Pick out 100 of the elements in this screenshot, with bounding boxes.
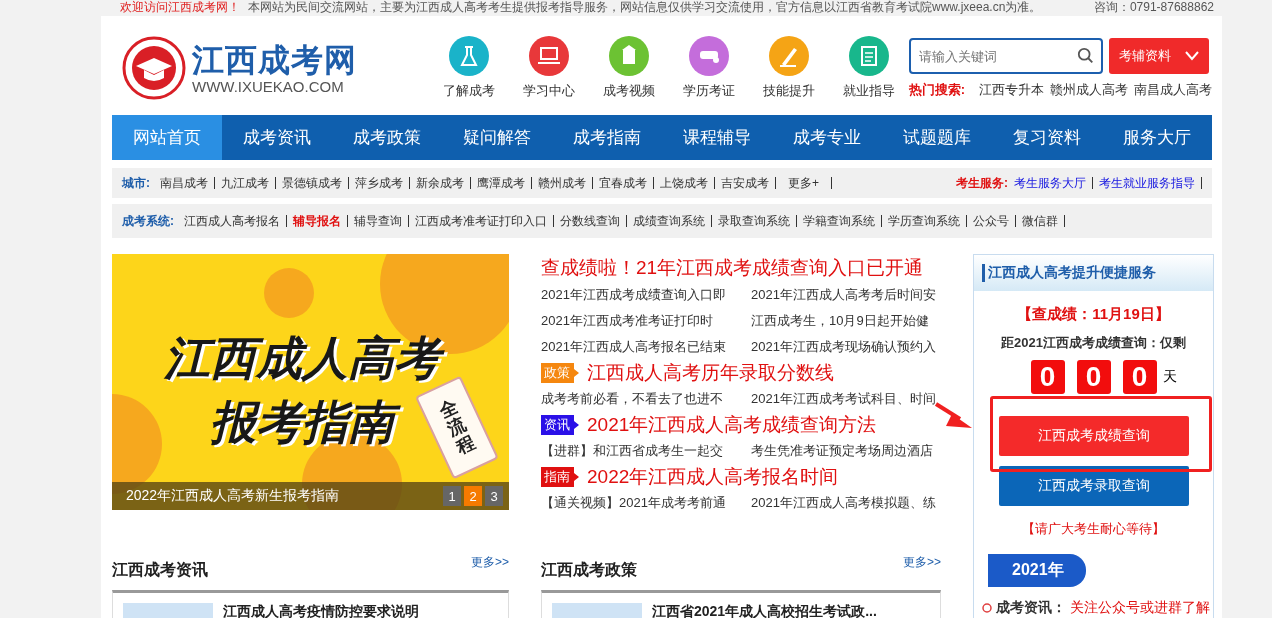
city-link[interactable]: 新余成考 [410, 177, 471, 189]
service-label: 考生服务: [956, 174, 1008, 192]
contact-phone: 咨询：0791-87688862 [1093, 0, 1214, 14]
system-link[interactable]: 成绩查询系统 [627, 215, 712, 227]
nav-tab[interactable]: 服务大厅 [1102, 115, 1212, 160]
nav-tab[interactable]: 成考政策 [332, 115, 442, 160]
city-link[interactable]: 萍乡成考 [349, 177, 410, 189]
system-link[interactable]: 分数线查询 [554, 215, 627, 227]
news-link[interactable]: 2021年江西成考考试科目、时间 [751, 386, 941, 412]
site-url: WWW.IXUEKAO.COM [192, 77, 345, 95]
banner-caption: 2022年江西成人高考新生报考指南 [126, 487, 340, 505]
news-link[interactable]: 【进群】和江西省成考生一起交 [541, 438, 751, 464]
system-link[interactable]: 辅导查询 [348, 215, 409, 227]
welcome-text: 欢迎访问江西成考网！ [120, 0, 240, 14]
banner-headline: 报考指南 [198, 390, 406, 454]
query-button[interactable]: 江西成考录取查询 [998, 466, 1189, 506]
news-link[interactable]: 2021年江西成考准考证打印时 [541, 308, 751, 334]
news-title-link[interactable]: 2021年江西成人高考成绩查询方法 [587, 412, 877, 438]
system-link[interactable]: 公众号 [967, 215, 1016, 227]
service-link[interactable]: 考生服务大厅 [1008, 177, 1093, 189]
city-link[interactable]: 宜春成考 [593, 177, 654, 189]
nav-tab[interactable]: 复习资料 [992, 115, 1102, 160]
hot-search-link[interactable]: 南昌成人高考 [1134, 81, 1212, 99]
slide-page-button[interactable]: 1 [443, 486, 461, 506]
search-field[interactable]: 请输入关键词 [908, 38, 1103, 74]
quick-link[interactable]: 就业指导 [828, 36, 909, 100]
city-link[interactable]: 赣州成考 [532, 177, 593, 189]
quick-link[interactable]: 学习中心 [508, 36, 589, 100]
news-link[interactable]: 2021年江西成考现场确认预约入 [751, 334, 941, 360]
chevron-down-icon [1184, 51, 1199, 61]
search-icon[interactable] [1076, 47, 1095, 65]
headline-link[interactable]: 查成绩啦！21年江西成考成绩查询入口已开通 [541, 254, 941, 282]
hot-search-link[interactable]: 江西专升本 [979, 81, 1044, 99]
city-link[interactable]: 鹰潭成考 [471, 177, 532, 189]
site-notice: 本网站为民间交流网站，主要为江西成人高考考生提供报考指导服务，网站信息仅供学习交流使用，官方信息以江西省教育考试院www.jxeea.cn为准。 [248, 0, 1043, 14]
more-cities-link[interactable]: 更多+ [776, 177, 832, 189]
city-link[interactable]: 上饶成考 [654, 177, 715, 189]
news-link[interactable]: 2021年江西成人高考考后时间安 [751, 282, 941, 308]
article-title-link[interactable]: 江西成人高考疫情防控要求说明 [223, 603, 419, 618]
slide-page-button[interactable]: 3 [485, 486, 503, 506]
nav-tab[interactable]: 成考专业 [772, 115, 882, 160]
news-link[interactable]: 【通关视频】2021年成考考前通 [541, 490, 751, 516]
system-link[interactable]: 江西成人高考报名 [178, 215, 287, 227]
city-link[interactable]: 南昌成考 [154, 177, 215, 189]
system-link[interactable]: 微信群 [1016, 215, 1065, 227]
timeline-link[interactable]: 关注公众号或进群了解 [1070, 599, 1210, 617]
system-link[interactable]: 学籍查询系统 [797, 215, 882, 227]
section-title: 江西成考资讯 [112, 560, 208, 580]
news-link[interactable]: 成考考前必看，不看去了也进不 [541, 386, 751, 412]
service-link[interactable]: 考生就业服务指导 [1093, 177, 1202, 189]
circle-decoration [264, 268, 314, 318]
news-link[interactable]: 江西成考生，10月9日起开始健 [751, 308, 941, 334]
quick-link[interactable]: 了解成考 [428, 36, 509, 100]
more-link[interactable]: 更多>> [471, 554, 509, 571]
hot-search-link[interactable]: 赣州成人高考 [1050, 81, 1128, 99]
nav-tab[interactable]: 成考资讯 [222, 115, 332, 160]
query-button[interactable]: 江西成考成绩查询 [998, 416, 1189, 456]
news-link[interactable]: 2021年江西成考成绩查询入口即 [541, 282, 751, 308]
materials-button[interactable]: 考辅资料 [1108, 38, 1209, 74]
countdown-digit: 0 [1076, 360, 1111, 394]
category-badge: 政策 [541, 363, 579, 383]
system-link[interactable]: 江西成考准考证打印入口 [409, 215, 554, 227]
nav-tab[interactable]: 成考指南 [552, 115, 662, 160]
category-badge: 资讯 [541, 415, 579, 435]
city-link[interactable]: 吉安成考 [715, 177, 776, 189]
annotation-arrow [934, 402, 974, 430]
news-title-link[interactable]: 江西成人高考历年录取分数线 [587, 360, 834, 386]
news-link[interactable]: 2021年江西成人高考模拟题、练 [751, 490, 941, 516]
system-link[interactable]: 学历查询系统 [882, 215, 967, 227]
banner-slider[interactable]: 江西成人高考 报考指南 全流程 2022年江西成人高考新生报考指南 1 2 3 [112, 254, 509, 510]
city-link[interactable]: 九江成考 [215, 177, 276, 189]
nav-tab[interactable]: 课程辅导 [662, 115, 772, 160]
site-logo-title[interactable]: 江西成考网 [192, 41, 357, 78]
more-link[interactable]: 更多>> [903, 554, 941, 571]
timeline-label: 成考资讯： [996, 599, 1066, 617]
nav-tab[interactable]: 试题题库 [882, 115, 992, 160]
city-label: 城市: [122, 174, 150, 192]
countdown-label: 距2021江西成考成绩查询：仅剩 [1001, 334, 1186, 352]
news-link[interactable]: 2021年江西成人高考报名已结束 [541, 334, 751, 360]
countdown-digit: 0 [1122, 360, 1157, 394]
system-link[interactable]: 录取查询系统 [712, 215, 797, 227]
quick-link[interactable]: 学历考证 [668, 36, 749, 100]
system-label: 成考系统: [122, 212, 174, 230]
city-link[interactable]: 景德镇成考 [276, 177, 349, 189]
news-title-link[interactable]: 2022年江西成人高考报名时间 [587, 464, 839, 490]
quick-link[interactable]: 成考视频 [588, 36, 669, 100]
timeline-dot-icon [982, 603, 992, 613]
article-title-link[interactable]: 江西省2021年成人高校招生考试政... [652, 603, 877, 618]
section-title: 江西成考政策 [541, 560, 637, 580]
nav-tab[interactable]: 疑问解答 [442, 115, 552, 160]
year-tab[interactable]: 2021年 [988, 554, 1086, 587]
graduation-cap-logo-icon[interactable] [122, 36, 186, 100]
category-badge: 指南 [541, 467, 579, 487]
quick-link[interactable]: 技能提升 [748, 36, 829, 100]
hot-search-label: 热门搜索: [908, 81, 965, 99]
countdown-unit: 天 [1162, 368, 1177, 386]
system-link[interactable]: 辅导报名 [287, 215, 348, 227]
panel-title: 江西成人高考提升便捷服务 [982, 264, 1156, 282]
wait-notice: 【请广大考生耐心等待】 [1022, 520, 1165, 538]
news-link[interactable]: 考生凭准考证预定考场周边酒店 [751, 438, 941, 464]
